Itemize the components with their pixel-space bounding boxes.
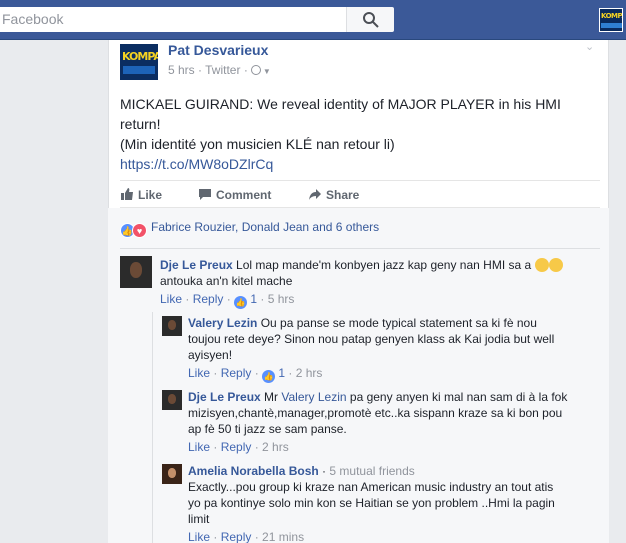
like-count[interactable]: 1 [278, 366, 285, 380]
reply-text: mizisyen,chantè,manager,promotè etc..ka … [188, 406, 563, 420]
avatar[interactable] [162, 464, 182, 484]
avatar-face [168, 468, 176, 478]
replier-name[interactable]: Dje Le Preux [188, 390, 261, 404]
love-reaction-icon: ♥ [132, 223, 147, 238]
reply-text: Ou pa panse se mode typical statement sa… [260, 316, 537, 330]
like-button[interactable]: Like [120, 187, 162, 202]
top-nav-bar: Facebook KOMPA [0, 0, 626, 40]
comment-like-link[interactable]: Like [160, 292, 182, 306]
reply-text: ap fè 50 ti jazz se sam panse. [188, 422, 347, 436]
replier-name[interactable]: Amelia Norabella Bosh [188, 464, 319, 478]
post-meta: 5 hrs · Twitter · ▼ [168, 63, 271, 77]
thinking-emoji-icon [534, 258, 549, 272]
comment-label: Comment [216, 188, 272, 202]
reply-text: pa geny anyen ki mal nan sam di à la fok [349, 390, 568, 404]
reply-reply-link[interactable]: Reply [221, 530, 252, 543]
like-count-icon: 👍 [262, 370, 276, 383]
post-link[interactable]: https://t.co/MW8oDZlrCq [120, 154, 590, 174]
share-label: Share [326, 188, 360, 202]
reply-like-link[interactable]: Like [188, 440, 210, 454]
page-logo-bar [123, 66, 155, 74]
like-label: Like [138, 188, 163, 202]
reply-body: Amelia Norabella Bosh · 5 mutual friends… [188, 464, 555, 526]
mutual-friends[interactable]: 5 mutual friends [329, 464, 414, 478]
avatar[interactable] [120, 256, 152, 288]
reply-reply-link[interactable]: Reply [221, 440, 252, 454]
comment-actions: Like · Reply · 👍 1 · 5 hrs [160, 292, 295, 309]
search-button[interactable] [346, 7, 394, 32]
thumbs-up-icon [121, 188, 133, 200]
avatar[interactable] [162, 316, 182, 336]
post-via[interactable]: Twitter [205, 63, 240, 77]
page-logo-text: KOMPA [122, 50, 158, 63]
reply-body: Dje Le Preux Mr Valery Lezin pa geny any… [188, 389, 598, 437]
commenter-name[interactable]: Dje Le Preux [160, 258, 233, 272]
comment-body: Dje Le Preux Lol map mande'm konbyen jaz… [160, 257, 600, 289]
thinking-emoji-icon [548, 258, 563, 272]
post-text-line: (Min identité yon musicien KLÉ nan retou… [120, 136, 395, 152]
reply-like-link[interactable]: Like [188, 530, 210, 543]
search-input[interactable]: Facebook [0, 7, 346, 32]
comment-time[interactable]: 5 hrs [268, 292, 295, 306]
audience-caret-icon[interactable]: ▼ [263, 67, 271, 76]
post-text-line: return! [120, 116, 161, 132]
comment-text: antouka an'n kitel mache [160, 274, 293, 288]
reply-text: Exactly...pou group ki kraze nan America… [188, 480, 554, 494]
reply-reply-link[interactable]: Reply [221, 366, 252, 380]
reply-actions: Like · Reply · 👍 1 · 2 hrs [188, 366, 323, 383]
mention-prefix: Mr [264, 390, 279, 404]
reply-actions: Like · Reply · 2 hrs [188, 440, 289, 454]
reply-time[interactable]: 21 mins [262, 530, 304, 543]
like-count-icon: 👍 [234, 296, 248, 309]
reaction-names[interactable]: Fabrice Rouzier, Donald Jean and 6 other… [151, 220, 379, 234]
avatar-face [168, 320, 176, 330]
avatar[interactable] [162, 390, 182, 410]
comment-text: Lol map mande'm konbyen jazz kap geny na… [236, 258, 532, 272]
like-count[interactable]: 1 [250, 292, 257, 306]
search-icon [363, 12, 379, 28]
reply-time[interactable]: 2 hrs [262, 440, 289, 454]
reply-like-link[interactable]: Like [188, 366, 210, 380]
reply-text: toujou rete deye? Sinon nou patap genyen… [188, 332, 555, 346]
reply-body: Valery Lezin Ou pa panse se mode typical… [188, 315, 598, 363]
reactions-summary[interactable]: 👍 ♥ Fabrice Rouzier, Donald Jean and 6 oth… [120, 220, 379, 238]
profile-logo-text: KOMPA [601, 12, 622, 20]
post-time[interactable]: 5 hrs [168, 63, 195, 77]
post-options-chevron-icon[interactable]: ⌄ [585, 40, 594, 53]
post-action-bar: Like Comment Share [120, 180, 600, 208]
avatar-face [129, 262, 143, 279]
comment-button[interactable]: Comment [198, 187, 271, 202]
replier-name[interactable]: Valery Lezin [188, 316, 257, 330]
post-body: MICKAEL GUIRAND: We reveal identity of M… [120, 94, 590, 174]
reply-text: yo pa kontinye solo min kon se Haitian s… [188, 496, 555, 510]
reply-text: limit [188, 512, 210, 526]
post-text-line: MICKAEL GUIRAND: We reveal identity of M… [120, 96, 561, 112]
divider [120, 248, 600, 249]
comment-reply-link[interactable]: Reply [193, 292, 224, 306]
comment-bubble-icon [199, 189, 211, 200]
page-avatar[interactable]: KOMPA [120, 44, 158, 80]
profile-avatar[interactable]: KOMPA [599, 8, 623, 32]
avatar-face [168, 394, 176, 404]
share-button[interactable]: Share [308, 187, 359, 202]
reply-text: ayisyen! [188, 348, 233, 362]
post-author[interactable]: Pat Desvarieux [168, 42, 268, 58]
reply-time[interactable]: 2 hrs [296, 366, 323, 380]
reply-actions: Like · Reply · 21 mins [188, 530, 305, 543]
reply-thread-line [152, 312, 153, 543]
globe-icon [250, 65, 261, 75]
share-arrow-icon [309, 189, 321, 200]
mention-link[interactable]: Valery Lezin [281, 390, 346, 404]
profile-logo-bar [601, 23, 622, 28]
